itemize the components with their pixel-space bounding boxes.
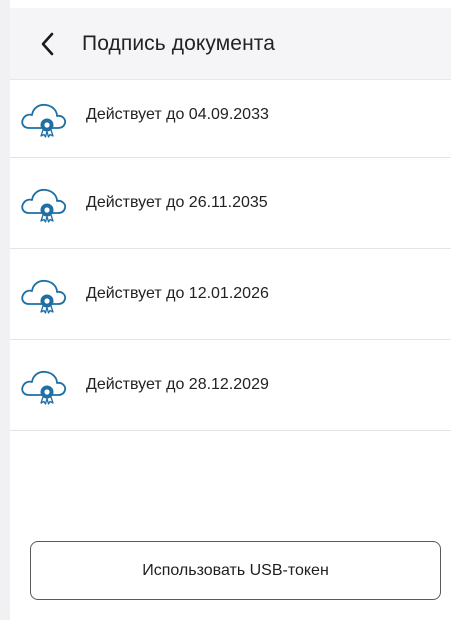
page-title: Подпись документа (82, 31, 276, 55)
certificate-item[interactable]: Действует до 04.09.2033 (10, 81, 451, 158)
certificate-item[interactable]: Действует до 26.11.2035 (10, 158, 451, 249)
cloud-certificate-icon (20, 274, 70, 314)
certificate-list: Действует до 04.09.2033 Действует до 26.… (10, 81, 451, 431)
certificate-validity-label: Действует до 04.09.2033 (86, 106, 269, 123)
chevron-left-icon (40, 31, 56, 57)
certificate-validity-label: Действует до 12.01.2026 (86, 285, 269, 302)
certificate-validity-label: Действует до 26.11.2035 (86, 194, 268, 211)
cloud-certificate-icon (20, 183, 70, 223)
cloud-certificate-icon (20, 98, 70, 138)
certificate-item[interactable]: Действует до 28.12.2029 (10, 340, 451, 431)
certificate-validity-label: Действует до 28.12.2029 (86, 376, 269, 393)
use-usb-token-button[interactable]: Использовать USB-токен (30, 541, 441, 600)
certificate-item[interactable]: Действует до 12.01.2026 (10, 249, 451, 340)
signature-screen: Подпись документа Действует до 04.09.203… (0, 0, 451, 620)
back-button[interactable] (22, 16, 74, 72)
left-edge (0, 0, 10, 620)
cloud-certificate-icon (20, 365, 70, 405)
app-header: Подпись документа (10, 8, 451, 80)
